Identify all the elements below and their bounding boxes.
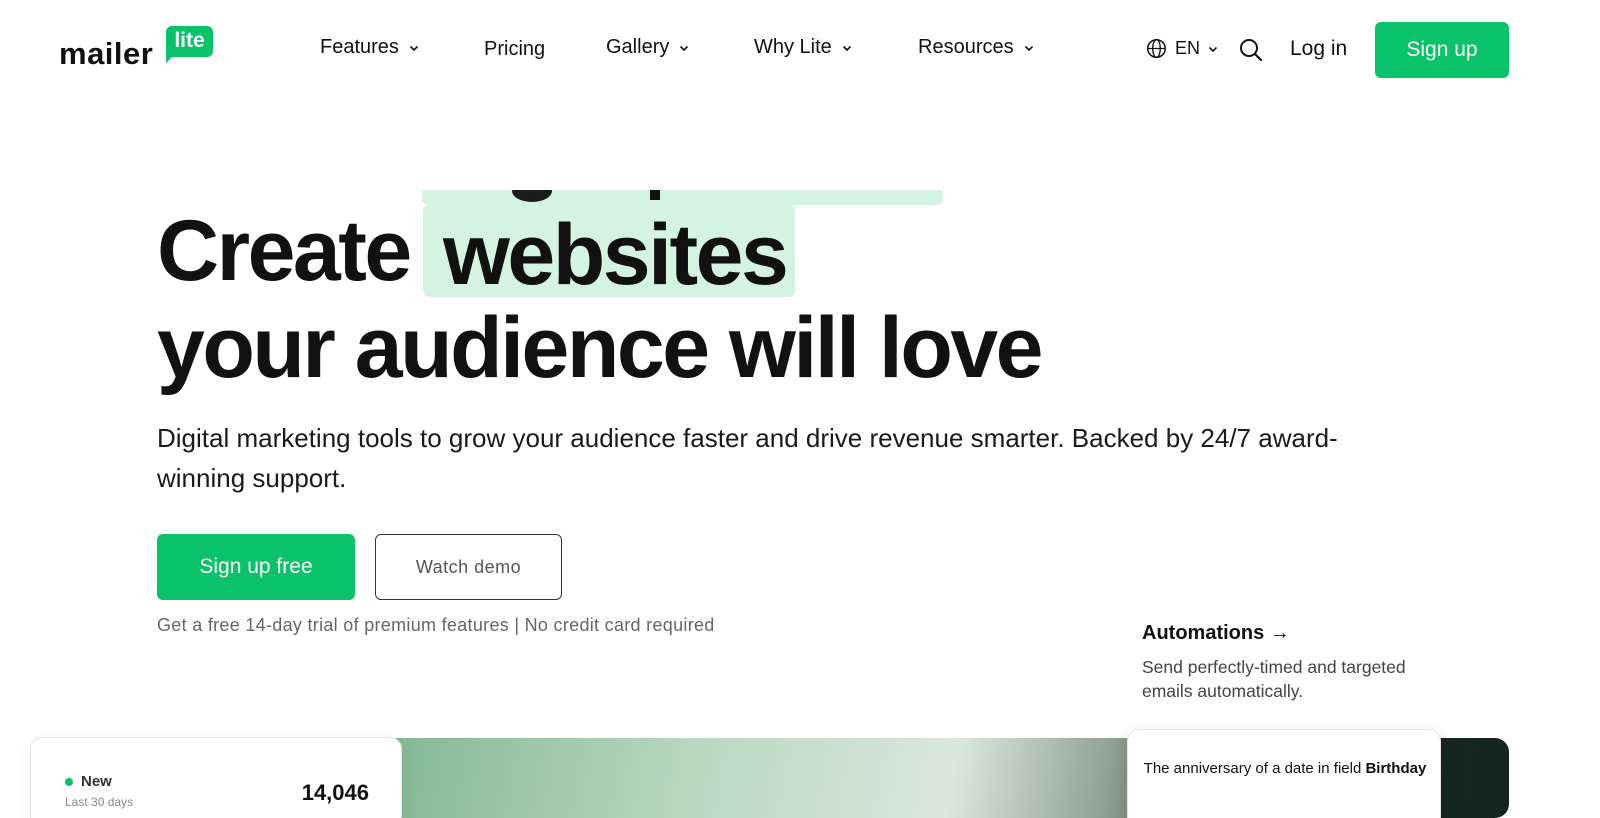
nav-pricing-label: Pricing: [484, 38, 546, 60]
nav-features[interactable]: Features: [320, 36, 419, 59]
nav-pricing[interactable]: Pricing: [484, 38, 545, 61]
watch-demo-button[interactable]: Watch demo: [375, 534, 562, 600]
automations-link[interactable]: Automations →: [1142, 622, 1290, 645]
hero-headline-line2: your audience will love: [157, 300, 1044, 396]
automations-description: Send perfectly-timed and targeted emails…: [1142, 657, 1406, 701]
login-link[interactable]: Log in: [1290, 37, 1347, 61]
chevron-down-icon: [409, 45, 419, 51]
nav-resources[interactable]: Resources: [918, 36, 1034, 59]
chevron-down-icon: [1024, 45, 1033, 51]
site-header: mailer lite Features Pricing Gallery Why…: [0, 0, 1600, 100]
automation-trigger-card: The anniversary of a date in field Birth…: [1127, 729, 1441, 818]
trigger-text: The anniversary of a date in field Birth…: [1128, 760, 1442, 778]
stat-period: Last 30 days: [65, 795, 134, 809]
signup-free-button[interactable]: Sign up free: [157, 534, 355, 600]
stat-value: 14,046: [301, 780, 369, 805]
nav-why-lite-label: Why Lite: [754, 36, 832, 58]
trigger-description: The anniversary of a date in field: [1143, 760, 1362, 777]
chevron-down-icon: [680, 45, 689, 51]
nav-why-lite[interactable]: Why Lite: [754, 36, 852, 59]
chevron-down-icon: [842, 45, 851, 51]
language-selector[interactable]: EN: [1146, 38, 1218, 59]
nav-gallery-label: Gallery: [606, 36, 670, 58]
subscribers-stat-card: New Last 30 days 14,046: [30, 737, 402, 818]
language-label: EN: [1175, 38, 1201, 58]
hero-rotating-word: websites: [443, 207, 789, 303]
globe-icon: [1146, 38, 1167, 59]
trigger-field: Birthday: [1365, 760, 1427, 777]
signup-button[interactable]: Sign up: [1375, 22, 1509, 78]
hero-headline-prefix: Create: [157, 203, 412, 299]
trial-note: Get a free 14-day trial of premium featu…: [157, 615, 715, 635]
chevron-down-icon: [1208, 46, 1218, 52]
search-icon[interactable]: [1238, 37, 1264, 63]
nav-gallery[interactable]: Gallery: [606, 36, 689, 59]
nav-features-label: Features: [320, 36, 399, 58]
logo-badge-tail: [166, 53, 176, 63]
logo-wordmark: mailer: [59, 36, 154, 71]
status-dot: [65, 778, 73, 786]
rotating-word-previous: [422, 190, 943, 205]
hero-subtitle: Digital marketing tools to grow your aud…: [157, 423, 1338, 493]
stat-label: New: [81, 773, 112, 790]
nav-resources-label: Resources: [918, 36, 1014, 58]
